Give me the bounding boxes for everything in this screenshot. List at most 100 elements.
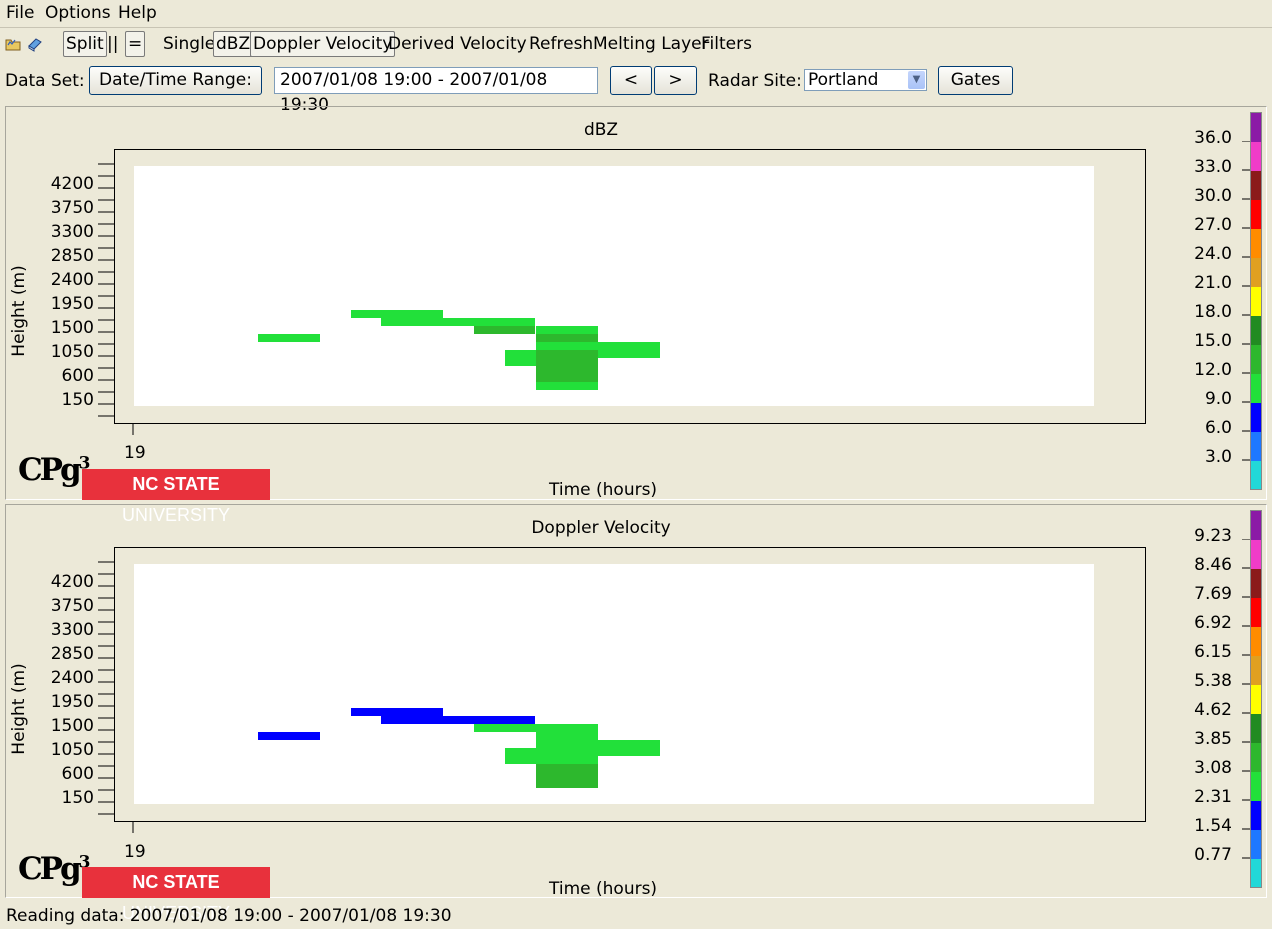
- date-time-range-button[interactable]: Date/Time Range:: [89, 66, 262, 95]
- colorbar-label: 8.46: [1194, 555, 1232, 575]
- colorbar-segment: [1251, 287, 1261, 316]
- y-tick-label: 2400: [50, 668, 94, 688]
- echo-block: [536, 764, 598, 788]
- colorbar-label: 3.08: [1194, 758, 1232, 778]
- y-tick-label: 1950: [50, 294, 94, 314]
- plot-area[interactable]: [134, 166, 1094, 406]
- equals-button[interactable]: =: [125, 31, 146, 57]
- open-folder-icon[interactable]: [5, 36, 21, 52]
- parallel-button[interactable]: ||: [104, 31, 121, 57]
- colorbar-segment: [1251, 511, 1261, 540]
- next-button[interactable]: >: [654, 66, 697, 95]
- radar-site-value: Portland: [808, 70, 879, 90]
- colorbar-segment: [1251, 345, 1261, 374]
- x-axis-label: Time (hours): [549, 879, 658, 899]
- date-time-range-field[interactable]: 2007/01/08 19:00 - 2007/01/08 19:30: [274, 67, 598, 115]
- echo-block: [258, 732, 320, 740]
- colorbar-segment: [1251, 171, 1261, 200]
- y-tick-marks: [98, 163, 114, 417]
- menu-file[interactable]: File: [6, 3, 34, 23]
- book-icon[interactable]: [27, 36, 43, 52]
- echo-block: [536, 326, 598, 334]
- colorbar: [1250, 112, 1262, 490]
- colorbar-label: 30.0: [1194, 186, 1232, 206]
- menu-help[interactable]: Help: [118, 3, 157, 23]
- colorbar-ticks: [1242, 539, 1250, 859]
- ncsu-logo: NC STATE UNIVERSITY: [82, 867, 270, 923]
- y-tick-label: 150: [61, 788, 94, 808]
- colorbar-segment: [1251, 743, 1261, 772]
- colorbar-label: 21.0: [1194, 273, 1232, 293]
- colorbar-label: 12.0: [1194, 360, 1232, 380]
- filters-button[interactable]: Filters: [701, 34, 752, 54]
- echo-block: [381, 318, 535, 326]
- menu-options[interactable]: Options: [45, 3, 111, 23]
- colorbar-segment: [1251, 598, 1261, 627]
- radar-site-select[interactable]: Portland ▼: [804, 69, 927, 91]
- y-tick-label: 3750: [50, 596, 94, 616]
- colorbar-label: 33.0: [1194, 157, 1232, 177]
- y-tick-label: 3300: [50, 620, 94, 640]
- colorbar-label: 18.0: [1194, 302, 1232, 322]
- y-tick-label: 2850: [50, 246, 94, 266]
- x-tick-mark: [132, 423, 134, 435]
- dbz-panel: dBZ Height (m) 4200 3750 3300 2850 2400 …: [5, 106, 1267, 525]
- y-tick-label: 600: [61, 764, 94, 784]
- dataset-label: Data Set:: [5, 71, 85, 91]
- doppler-velocity-panel: Doppler Velocity Height (m) 4200 3750 33…: [5, 504, 1267, 923]
- echo-block: [258, 334, 320, 342]
- y-tick-label: 2400: [50, 270, 94, 290]
- panel-title: dBZ: [583, 120, 619, 140]
- plot-area[interactable]: [134, 564, 1094, 804]
- ncsu-logo: NC STATE UNIVERSITY: [82, 469, 270, 525]
- split-button[interactable]: Split: [63, 31, 107, 57]
- refresh-button[interactable]: Refresh: [529, 34, 593, 54]
- y-tick-label: 150: [61, 390, 94, 410]
- single-button[interactable]: Single: [163, 34, 215, 54]
- colorbar-label: 3.0: [1204, 447, 1232, 467]
- doppler-velocity-image: [258, 708, 660, 788]
- panel-title: Doppler Velocity: [531, 518, 671, 538]
- colorbar-label: 6.15: [1194, 642, 1232, 662]
- y-tick-label: 4200: [50, 572, 94, 592]
- colorbar-segment: [1251, 714, 1261, 743]
- colorbar-segment: [1251, 374, 1261, 403]
- previous-button[interactable]: <: [610, 66, 652, 95]
- colorbar-label: 0.77: [1194, 845, 1232, 865]
- colorbar-segment: [1251, 316, 1261, 345]
- dbz-image: [258, 310, 660, 390]
- colorbar-segment: [1251, 200, 1261, 229]
- colorbar-label: 3.85: [1194, 729, 1232, 749]
- colorbar-segment: [1251, 540, 1261, 569]
- colorbar-label: 27.0: [1194, 215, 1232, 235]
- colorbar-segment: [1251, 685, 1261, 714]
- cpg-logo-text: CPg3: [18, 851, 90, 887]
- y-tick-label: 1500: [50, 318, 94, 338]
- gates-button[interactable]: Gates: [938, 66, 1013, 95]
- y-tick-label: 3750: [50, 198, 94, 218]
- colorbar-label: 15.0: [1194, 331, 1232, 351]
- colorbar-segment: [1251, 432, 1261, 461]
- chevron-down-icon[interactable]: ▼: [908, 71, 925, 89]
- y-tick-label: 1050: [50, 342, 94, 362]
- colorbar: [1250, 510, 1262, 888]
- status-bar: Reading data: 2007/01/08 19:00 - 2007/01…: [6, 906, 452, 926]
- colorbar-label: 7.69: [1194, 584, 1232, 604]
- doppler-velocity-button[interactable]: Doppler Velocity: [250, 31, 396, 57]
- echo-block: [381, 716, 535, 724]
- derived-velocity-button[interactable]: Derived Velocity: [388, 34, 527, 54]
- y-tick-label: 2850: [50, 644, 94, 664]
- colorbar-segment: [1251, 830, 1261, 859]
- toolbar: Split || = Single dBZ Doppler Velocity D…: [0, 29, 1272, 61]
- melting-layer-button[interactable]: Melting Layer: [593, 34, 709, 54]
- colorbar-segment: [1251, 801, 1261, 830]
- echo-block: [474, 724, 536, 732]
- menu-bar: File Options Help: [0, 0, 1272, 28]
- plot-frame: [114, 149, 1146, 424]
- colorbar-segment: [1251, 461, 1261, 489]
- y-tick-label: 1950: [50, 692, 94, 712]
- cpg-logo-text: CPg3: [18, 452, 90, 488]
- colorbar-label: 2.31: [1194, 787, 1232, 807]
- dbz-button[interactable]: dBZ: [213, 31, 254, 57]
- y-tick-label: 1500: [50, 716, 94, 736]
